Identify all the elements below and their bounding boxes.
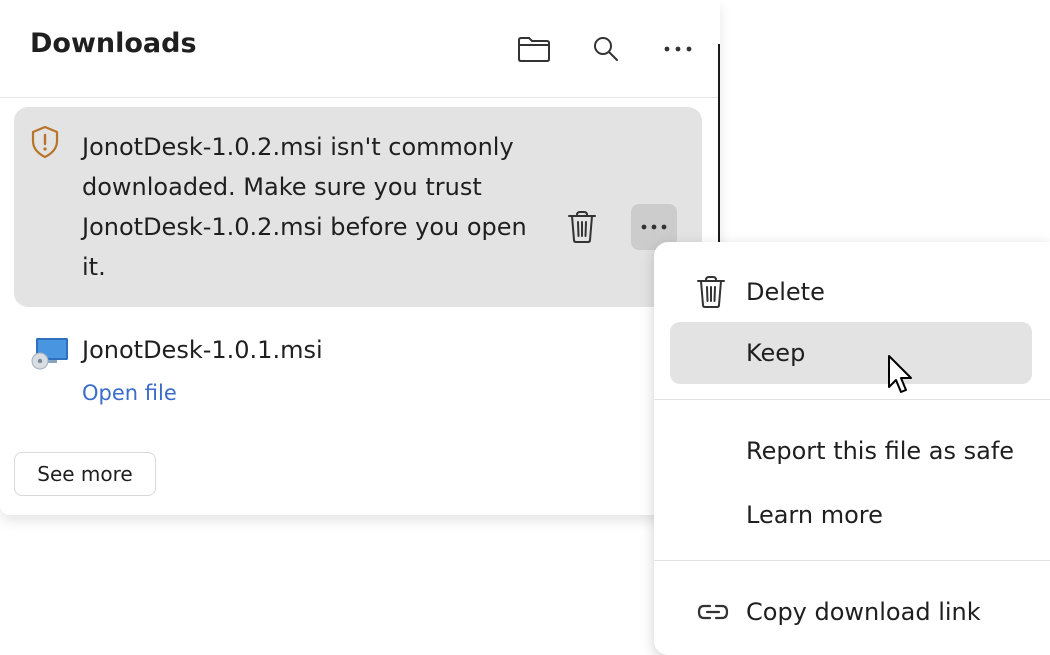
search-icon: [594, 37, 618, 61]
more-horizontal-icon: [664, 46, 692, 52]
menu-item-delete[interactable]: Delete: [670, 261, 1032, 323]
header-divider: [0, 97, 720, 98]
open-file-link[interactable]: Open file: [82, 381, 177, 405]
download-item-warning[interactable]: JonotDesk-1.0.2.msi isn't commonly downl…: [14, 107, 702, 307]
warning-message: JonotDesk-1.0.2.msi isn't commonly downl…: [82, 133, 527, 281]
search-downloads-button[interactable]: [585, 28, 627, 70]
open-downloads-folder-button[interactable]: [513, 28, 555, 70]
menu-item-copy-link[interactable]: Copy download link: [670, 581, 1032, 643]
menu-item-label: Report this file as safe: [746, 437, 1015, 465]
installer-file-icon: [30, 336, 70, 374]
menu-item-label: Delete: [746, 278, 825, 306]
menu-item-label: Copy download link: [746, 598, 981, 626]
menu-item-learn-more[interactable]: Learn more: [670, 484, 1032, 546]
menu-divider: [654, 399, 1050, 400]
more-options-button[interactable]: [657, 28, 699, 70]
menu-divider: [654, 560, 1050, 561]
shield-warning-icon: [30, 125, 60, 163]
menu-item-label: Learn more: [746, 501, 883, 529]
downloads-panel: Downloads JonotDesk-1.0.2.msi isn't comm…: [0, 0, 720, 515]
mouse-pointer-icon: [887, 354, 915, 400]
see-more-button[interactable]: See more: [14, 452, 156, 496]
item-context-menu: Delete Keep Report this file as safe Lea…: [654, 242, 1050, 655]
menu-item-keep[interactable]: Keep: [670, 322, 1032, 384]
link-icon: [696, 602, 730, 622]
trash-icon: [696, 275, 726, 309]
trash-icon: [568, 211, 596, 243]
delete-button[interactable]: [562, 205, 602, 249]
folder-icon: [518, 37, 550, 62]
panel-title: Downloads: [30, 28, 197, 59]
window-edge-divider: [718, 44, 720, 244]
more-horizontal-icon: [641, 224, 667, 230]
menu-item-report-safe[interactable]: Report this file as safe: [670, 420, 1032, 482]
menu-item-label: Keep: [746, 339, 806, 367]
download-filename: JonotDesk-1.0.1.msi: [82, 336, 323, 364]
